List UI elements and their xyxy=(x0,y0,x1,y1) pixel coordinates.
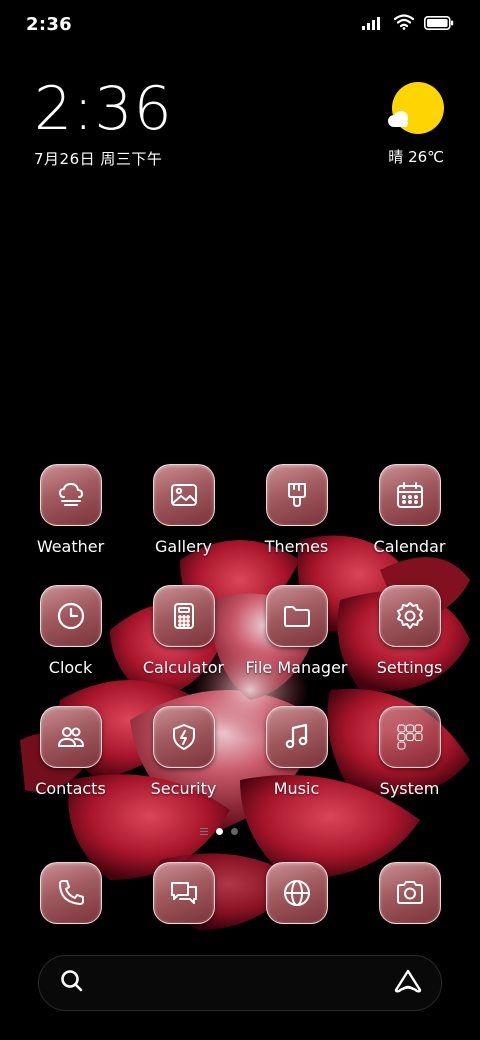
battery-icon xyxy=(424,15,454,34)
music-note-icon[interactable] xyxy=(265,706,328,768)
weather-icon[interactable] xyxy=(39,464,102,526)
app-label: File Manager xyxy=(245,658,348,677)
page-indicator-menu xyxy=(200,828,208,835)
clock-time: 2:36 xyxy=(34,74,173,144)
clock-date: 7月26日 周三下午 xyxy=(34,150,163,168)
sunny-partly-cloudy-icon xyxy=(388,82,444,138)
status-bar: 2:36 xyxy=(0,0,480,50)
shield-icon[interactable] xyxy=(152,706,215,768)
app-label: Gallery xyxy=(155,537,212,556)
app-themes[interactable]: Themes xyxy=(240,464,353,556)
app-label: Settings xyxy=(376,658,443,677)
dock-camera[interactable] xyxy=(353,862,466,924)
search-bar[interactable] xyxy=(38,955,442,1011)
clock-icon[interactable] xyxy=(39,585,102,647)
app-label: Contacts xyxy=(35,779,106,798)
dock xyxy=(14,862,466,924)
browser-icon[interactable] xyxy=(265,862,328,924)
app-label: Themes xyxy=(264,537,329,556)
wifi-icon xyxy=(393,14,415,34)
status-time: 2:36 xyxy=(26,14,72,35)
app-label: Calculator xyxy=(142,658,225,677)
app-settings[interactable]: Settings xyxy=(353,585,466,677)
clock-widget[interactable]: 2:36 7月26日 周三下午 xyxy=(34,76,173,169)
folder-grid-icon[interactable] xyxy=(378,706,441,768)
assistant-icon[interactable] xyxy=(393,968,423,998)
app-label: System xyxy=(379,779,440,798)
app-weather[interactable]: Weather xyxy=(14,464,127,556)
app-label: Security xyxy=(150,779,217,798)
app-system-folder[interactable]: System xyxy=(353,706,466,798)
app-calendar[interactable]: Calendar xyxy=(353,464,466,556)
folder-icon[interactable] xyxy=(265,585,328,647)
app-label: Music xyxy=(273,779,320,798)
app-file-manager[interactable]: File Manager xyxy=(240,585,353,677)
app-label: Clock xyxy=(48,658,93,677)
themes-icon[interactable] xyxy=(265,464,328,526)
contacts-icon[interactable] xyxy=(39,706,102,768)
app-calculator[interactable]: Calculator xyxy=(127,585,240,677)
app-contacts[interactable]: Contacts xyxy=(14,706,127,798)
dock-phone[interactable] xyxy=(14,862,127,924)
app-gallery[interactable]: Gallery xyxy=(127,464,240,556)
weather-text: 晴 26℃ xyxy=(388,148,444,166)
weather-widget[interactable]: 晴 26℃ xyxy=(364,82,444,167)
gallery-icon[interactable] xyxy=(152,464,215,526)
gear-icon[interactable] xyxy=(378,585,441,647)
dock-browser[interactable] xyxy=(240,862,353,924)
page-dot-active xyxy=(216,828,223,835)
calendar-icon[interactable] xyxy=(378,464,441,526)
app-security[interactable]: Security xyxy=(127,706,240,798)
camera-icon[interactable] xyxy=(378,862,441,924)
calculator-icon[interactable] xyxy=(152,585,215,647)
app-label: Calendar xyxy=(373,537,446,556)
app-grid: Weather Gallery Themes Calendar Clock Ca… xyxy=(14,464,466,798)
phone-icon[interactable] xyxy=(39,862,102,924)
page-indicator[interactable] xyxy=(200,828,238,835)
search-icon[interactable] xyxy=(59,968,85,998)
app-music[interactable]: Music xyxy=(240,706,353,798)
app-clock[interactable]: Clock xyxy=(14,585,127,677)
dock-messages[interactable] xyxy=(127,862,240,924)
app-label: Weather xyxy=(36,537,105,556)
messages-icon[interactable] xyxy=(152,862,215,924)
status-icons xyxy=(362,14,454,34)
page-dot xyxy=(231,828,238,835)
signal-icon xyxy=(362,15,384,34)
